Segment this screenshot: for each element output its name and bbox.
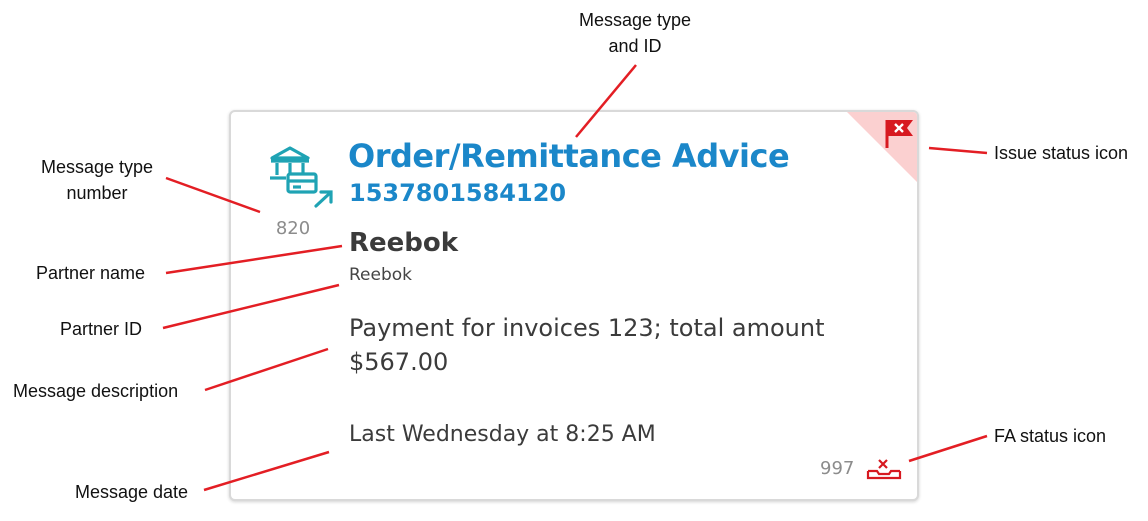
partner-name: Reebok <box>349 228 459 258</box>
partner-id: Reebok <box>349 265 413 285</box>
callout-line-2: number <box>66 183 128 203</box>
callout-message-type-number: Message type number <box>22 154 172 206</box>
fa-code: 997 <box>820 458 855 479</box>
message-type-title[interactable]: Order/Remittance Advice <box>348 137 790 175</box>
callout-fa-status-icon: FA status icon <box>994 426 1107 446</box>
message-type-number: 820 <box>275 218 311 239</box>
callout-line-2: and ID <box>608 36 662 56</box>
callout-message-description: Message description <box>13 381 179 401</box>
inbox-x-icon[interactable] <box>866 455 902 481</box>
leader-issue-status-icon <box>928 146 988 155</box>
message-date: Last Wednesday at 8:25 AM <box>349 422 656 447</box>
message-description: Payment for invoices 123; total amount $… <box>349 314 825 376</box>
callout-line-1: Message type <box>578 10 692 30</box>
callout-issue-status-icon: Issue status icon <box>994 143 1129 163</box>
message-id[interactable]: 1537801584120 <box>349 179 566 207</box>
callout-line-1: Message type <box>40 157 154 177</box>
leader-fa-status-icon <box>908 434 988 463</box>
flag-x-icon[interactable] <box>883 117 917 151</box>
callout-message-type-and-id: Message type and ID <box>560 7 710 59</box>
callout-partner-name: Partner name <box>36 263 146 283</box>
callout-partner-id: Partner ID <box>60 319 143 339</box>
bank-transfer-icon <box>270 146 333 208</box>
callout-message-date: Message date <box>75 482 189 502</box>
